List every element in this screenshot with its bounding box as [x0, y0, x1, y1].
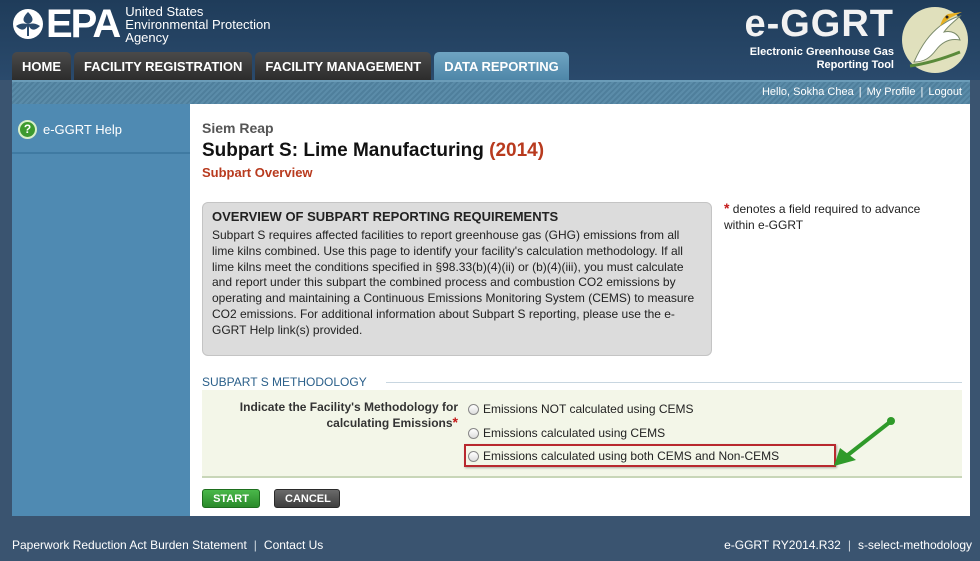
methodology-label-text: Indicate the Facility's Methodology for … [239, 400, 458, 430]
eggrt-brand: e-GGRT Electronic Greenhouse Gas Reporti… [744, 2, 894, 72]
overview-text: Subpart S requires affected facilities t… [212, 228, 695, 337]
cancel-button[interactable]: CANCEL [274, 489, 340, 508]
contact-us-link[interactable]: Contact Us [264, 538, 323, 552]
radio-button[interactable] [468, 427, 479, 439]
egret-logo-icon [902, 7, 968, 73]
overview-heading: OVERVIEW OF SUBPART REPORTING REQUIREMEN… [212, 209, 559, 224]
version-label: e-GGRT RY2014.R32 [724, 538, 841, 552]
methodology-rule [386, 382, 962, 383]
sidebar-item-label: e-GGRT Help [43, 122, 122, 137]
methodology-label: Indicate the Facility's Methodology for … [210, 400, 458, 431]
required-field-note: * denotes a field required to advance wi… [724, 200, 954, 233]
highlight-box [464, 444, 836, 467]
paperwork-link[interactable]: Paperwork Reduction Act Burden Statement [12, 538, 247, 552]
user-greeting: Hello, Sokha Chea [761, 86, 854, 98]
epa-flower-icon [13, 9, 43, 39]
app-title: e-GGRT [744, 3, 894, 45]
user-links: Hello, Sokha Chea | My Profile | Logout [762, 86, 962, 98]
facility-name: Siem Reap [202, 120, 274, 136]
footer-links: Paperwork Reduction Act Burden Statement… [12, 538, 323, 552]
section-title: Subpart Overview [202, 165, 313, 180]
radio-option-cems[interactable]: Emissions calculated using CEMS [468, 426, 665, 440]
start-button[interactable]: START [202, 489, 260, 508]
tab-home[interactable]: HOME [12, 52, 71, 80]
sidebar-divider [12, 152, 190, 154]
site-footer: Paperwork Reduction Act Burden Statement… [0, 516, 980, 561]
main-nav: HOME FACILITY REGISTRATION FACILITY MANA… [12, 52, 569, 80]
user-bar: Hello, Sokha Chea | My Profile | Logout [12, 80, 970, 104]
required-star: * [452, 414, 458, 430]
page-id-label: s-select-methodology [857, 538, 972, 552]
tab-data-reporting[interactable]: DATA REPORTING [434, 52, 569, 80]
app-subtitle-line-1: Electronic Greenhouse Gas [749, 46, 894, 58]
footer-version-info: e-GGRT RY2014.R32 | s-select-methodology [724, 538, 972, 552]
divider: | [858, 86, 862, 98]
epa-logo[interactable]: EPA United States Environmental Protecti… [12, 4, 271, 44]
radio-option-not-cems[interactable]: Emissions NOT calculated using CEMS [468, 402, 694, 416]
overview-box: OVERVIEW OF SUBPART REPORTING REQUIREMEN… [202, 202, 712, 356]
methodology-panel: Indicate the Facility's Methodology for … [202, 390, 962, 478]
logout-link[interactable]: Logout [928, 86, 962, 98]
divider: | [920, 86, 924, 98]
green-arrow-icon [834, 417, 895, 466]
methodology-heading: SUBPART S METHODOLOGY [202, 375, 367, 389]
required-star: * [724, 200, 730, 216]
divider: | [253, 538, 257, 552]
site-header: EPA United States Environmental Protecti… [0, 0, 980, 80]
sidebar-item-help[interactable]: ? e-GGRT Help [18, 120, 122, 139]
epa-agency-name: United States Environmental Protection A… [125, 5, 270, 44]
app-subtitle-line-2: Reporting Tool [816, 59, 894, 71]
sidebar: ? e-GGRT Help [12, 104, 190, 516]
required-note-text: denotes a field required to advance with… [724, 202, 921, 232]
epa-name-line-1: United States [125, 3, 204, 19]
main-content: Siem Reap Subpart S: Lime Manufacturing … [190, 104, 970, 516]
help-icon: ? [18, 120, 37, 139]
page-title: Subpart S: Lime Manufacturing (2014) [202, 140, 544, 162]
tab-facility-registration[interactable]: FACILITY REGISTRATION [74, 52, 253, 80]
epa-name-line-2: Environmental Protection [125, 16, 271, 32]
my-profile-link[interactable]: My Profile [867, 86, 916, 98]
page-title-text: Subpart S: Lime Manufacturing [202, 140, 484, 161]
tab-facility-management[interactable]: FACILITY MANAGEMENT [255, 52, 432, 80]
radio-button[interactable] [468, 403, 479, 415]
epa-wordmark: EPA [46, 2, 121, 46]
radio-label: Emissions calculated using CEMS [483, 426, 666, 440]
radio-label: Emissions NOT calculated using CEMS [483, 402, 694, 416]
epa-name-line-3: Agency [125, 29, 169, 45]
reporting-year: (2014) [489, 140, 545, 161]
divider: | [847, 538, 851, 552]
